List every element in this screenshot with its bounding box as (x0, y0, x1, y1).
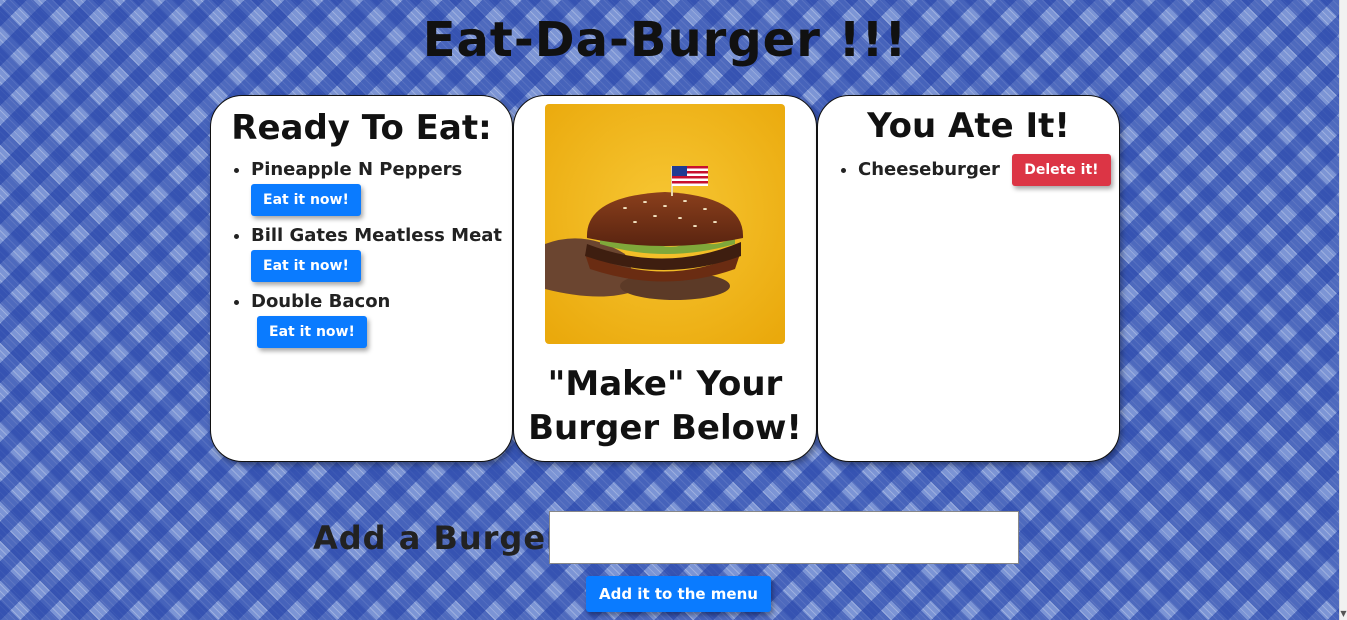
ready-to-eat-card: Ready To Eat: Pineapple N Peppers Eat it… (210, 95, 513, 462)
burger-name: Cheeseburger (858, 159, 1000, 180)
burger-photo (545, 104, 785, 344)
american-flag-icon (672, 166, 708, 186)
eaten-burger-list: Cheeseburger Delete it! (818, 154, 1119, 186)
burger-name: Pineapple N Peppers (251, 159, 463, 180)
list-item: Pineapple N Peppers Eat it now! (251, 158, 512, 216)
burger-name: Bill Gates Meatless Meat (251, 225, 503, 246)
eaten-heading: You Ate It! (867, 106, 1070, 146)
make-burger-tagline: "Make" Your Burger Below! (528, 364, 802, 448)
make-burger-card: "Make" Your Burger Below! (513, 95, 817, 462)
eaten-card: You Ate It! Cheeseburger Delete it! (817, 95, 1120, 462)
list-item: Bill Gates Meatless Meat Eat it now! (251, 224, 512, 282)
scroll-down-arrow-icon[interactable]: ▼ (1340, 610, 1347, 618)
delete-button[interactable]: Delete it! (1012, 154, 1111, 186)
add-burger-label: Add a Burger: (313, 519, 577, 557)
vertical-scrollbar[interactable]: ▼ (1339, 0, 1347, 620)
eat-it-now-button[interactable]: Eat it now! (257, 316, 367, 348)
add-to-menu-button[interactable]: Add it to the menu (586, 576, 771, 612)
list-item: Double Bacon Eat it now! (251, 290, 512, 348)
ready-burger-list: Pineapple N Peppers Eat it now! Bill Gat… (211, 158, 512, 348)
list-item: Cheeseburger Delete it! (858, 154, 1119, 186)
page-title: Eat-Da-Burger !!! (422, 12, 908, 68)
eat-it-now-button[interactable]: Eat it now! (251, 184, 361, 216)
burger-name-input[interactable] (549, 511, 1019, 564)
ready-to-eat-heading: Ready To Eat: (231, 108, 492, 148)
burger-name: Double Bacon (251, 291, 391, 312)
eat-it-now-button[interactable]: Eat it now! (251, 250, 361, 282)
